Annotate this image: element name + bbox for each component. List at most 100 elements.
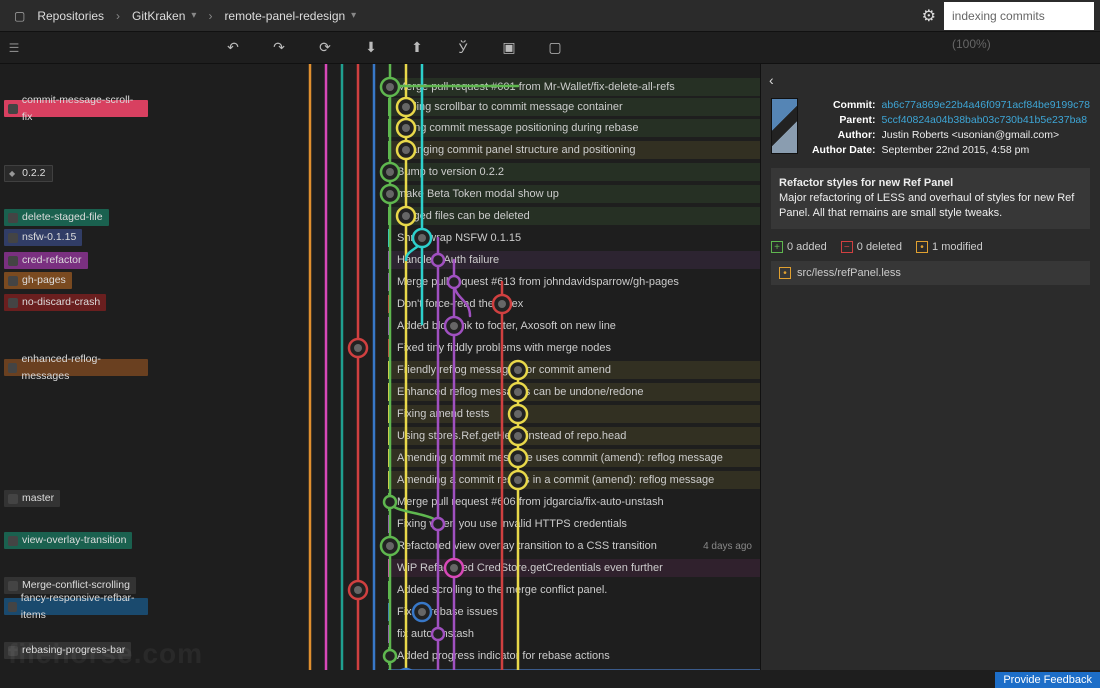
commit-row[interactable]: Changing commit panel structure and posi…	[388, 141, 760, 159]
detail-meta: Commit:ab6c77a869e22b4a46f0971acf84be919…	[808, 98, 1090, 158]
changed-file-row[interactable]: • src/less/refPanel.less	[771, 261, 1090, 285]
commit-row[interactable]: Handle OAuth failure	[388, 251, 760, 269]
commit-message: Added blog link to footer, Axosoft on ne…	[397, 320, 760, 332]
toolbar-buttons: ↶ ↷ ⟳ ⬇ ⬆ Ў ▣ ▢	[28, 36, 760, 60]
commit-row[interactable]: Bump to version 0.2.2	[388, 163, 760, 181]
commit-row[interactable]: Don't force-read the index	[388, 295, 760, 313]
breadcrumb-root[interactable]: Repositories	[6, 9, 112, 23]
commit-hash[interactable]: ab6c77a869e22b4a46f0971acf84be9199c78	[882, 98, 1090, 113]
commit-row[interactable]: Fixing when you use invalid HTTPS creden…	[388, 515, 760, 533]
undo-button[interactable]: ↶	[221, 36, 245, 60]
commit-row[interactable]: Fixing amend tests	[388, 405, 760, 423]
commit-row[interactable]: Fixing commit message positioning during…	[388, 119, 760, 137]
git-icon	[8, 256, 18, 266]
detail-header: Commit:ab6c77a869e22b4a46f0971acf84be919…	[761, 88, 1100, 168]
commit-message: Don't force-read the index	[397, 298, 760, 310]
commit-row[interactable]: fix auto unstash	[388, 625, 760, 643]
commit-list: Merge pull request #601 from Mr-Wallet/f…	[148, 64, 760, 670]
commit-subject: Refactor styles for new Ref Panel	[779, 176, 1082, 191]
git-icon	[8, 233, 18, 243]
ref-text: fancy-responsive-refbar-items	[21, 590, 142, 624]
git-icon	[8, 494, 18, 504]
commit-row[interactable]: Refactor styles for new Ref Panel	[388, 669, 760, 670]
ref-text: cred-refactor	[22, 252, 82, 269]
commit-time: 4 days ago	[703, 541, 760, 552]
label-author: Author:	[808, 128, 876, 143]
push-button[interactable]: ⬆	[405, 36, 429, 60]
breadcrumb-repo[interactable]: remote-panel-redesign ▾	[216, 9, 364, 23]
tag-label[interactable]: 0.2.2	[4, 165, 53, 182]
commit-row[interactable]: Merge pull request #606 from jdgarcia/fi…	[388, 493, 760, 511]
graph-column: commit-message-scroll-fix 0.2.2 delete-sta…	[0, 64, 760, 670]
git-icon	[8, 602, 17, 612]
commit-message: WiP Refactored CredStore.getCredentials …	[397, 562, 760, 574]
branch-label[interactable]: enhanced-reflog-messages	[4, 359, 148, 376]
pop-stash-button[interactable]: ▢	[543, 36, 567, 60]
back-button[interactable]: ‹	[769, 72, 778, 88]
ref-text: nsfw-0.1.15	[22, 229, 76, 246]
branch-label[interactable]: gh-pages	[4, 272, 72, 289]
git-icon	[8, 104, 18, 114]
stat-modified: •1 modified	[916, 241, 983, 253]
commit-detail-panel: ‹ Commit:ab6c77a869e22b4a46f0971acf84be9…	[760, 64, 1100, 670]
branch-label[interactable]: master	[4, 490, 60, 507]
branch-label[interactable]: fancy-responsive-refbar-items	[4, 598, 148, 615]
git-icon	[8, 213, 18, 223]
chevron-down-icon: ▾	[191, 10, 196, 21]
breadcrumb-org[interactable]: GitKraken ▾	[124, 9, 204, 23]
commit-row[interactable]: Amending a commit results in a commit (a…	[388, 471, 760, 489]
commit-row[interactable]: Shrinkwrap NSFW 0.1.15	[388, 229, 760, 247]
branch-label[interactable]: view-overlay-transition	[4, 532, 132, 549]
pull-button[interactable]: ⬇	[359, 36, 383, 60]
feedback-button[interactable]: Provide Feedback	[995, 672, 1100, 688]
parent-hash[interactable]: 5ccf40824a04b38bab03c730b41b5e237ba8	[882, 113, 1090, 128]
commit-row[interactable]: Refactored view overlay transition to a …	[388, 537, 760, 555]
branch-button[interactable]: Ў	[451, 36, 475, 60]
ref-text: gh-pages	[22, 272, 66, 289]
branch-label[interactable]: commit-message-scroll-fix	[4, 100, 148, 117]
commit-row[interactable]: Amending commit message uses commit (ame…	[388, 449, 760, 467]
commit-row[interactable]: Added scrolling to the merge conflict pa…	[388, 581, 760, 599]
ref-text: 0.2.2	[22, 165, 45, 182]
branch-label[interactable]: cred-refactor	[4, 252, 88, 269]
redo-button[interactable]: ↷	[267, 36, 291, 60]
commit-row[interactable]: Enhanced reflog messages can be undone/r…	[388, 383, 760, 401]
ref-text: enhanced-reflog-messages	[21, 351, 142, 385]
breadcrumb-separator: ›	[204, 9, 216, 23]
diff-stats: +0 added −0 deleted •1 modified	[761, 237, 1100, 261]
commit-row[interactable]: make Beta Token modal show up	[388, 185, 760, 203]
commit-row[interactable]: Fix up rebase issues	[388, 603, 760, 621]
toolbar: ☰ ↶ ↷ ⟳ ⬇ ⬆ Ў ▣ ▢	[0, 32, 1100, 64]
commit-message-box: Refactor styles for new Ref Panel Major …	[771, 168, 1090, 229]
stash-button[interactable]: ▣	[497, 36, 521, 60]
ref-labels-gutter: commit-message-scroll-fix 0.2.2 delete-sta…	[0, 64, 148, 670]
commit-row[interactable]: Added progress indicator for rebase acti…	[388, 647, 760, 665]
commit-row[interactable]: Fixed tiny fiddly problems with merge no…	[388, 339, 760, 357]
header-bar: Repositories › GitKraken ▾ › remote-pane…	[0, 0, 1100, 32]
commit-message: Friendly reflog messages for commit amen…	[397, 364, 760, 376]
branch-label[interactable]: rebasing-progress-bar	[4, 642, 131, 659]
branch-label[interactable]: no-discard-crash	[4, 294, 106, 311]
commit-row[interactable]: Merge pull request #613 from johndavidsp…	[388, 273, 760, 291]
commit-message: Handle OAuth failure	[397, 254, 760, 266]
author-name: Justin Roberts <usonian@gmail.com>	[882, 128, 1090, 143]
git-icon	[8, 536, 18, 546]
ref-text: rebasing-progress-bar	[22, 642, 125, 659]
ref-text: view-overlay-transition	[22, 532, 126, 549]
commit-message: Merge pull request #606 from jdgarcia/fi…	[397, 496, 760, 508]
commit-row[interactable]: WiP Refactored CredStore.getCredentials …	[388, 559, 760, 577]
commit-row[interactable]: Using stores.Ref.getHead instead of repo…	[388, 427, 760, 445]
commit-row[interactable]: Merge pull request #601 from Mr-Wallet/f…	[388, 78, 760, 96]
settings-button[interactable]: ⚙	[914, 6, 944, 26]
branch-label[interactable]: delete-staged-file	[4, 209, 109, 226]
ref-text: commit-message-scroll-fix	[22, 92, 142, 126]
commit-row[interactable]: Added blog link to footer, Axosoft on ne…	[388, 317, 760, 335]
commit-row[interactable]: Friendly reflog messages for commit amen…	[388, 361, 760, 379]
commit-row[interactable]: Adding scrollbar to commit message conta…	[388, 98, 760, 116]
refresh-button[interactable]: ⟳	[313, 36, 337, 60]
branch-label[interactable]: nsfw-0.1.15	[4, 229, 82, 246]
commit-row[interactable]: Staged files can be deleted	[388, 207, 760, 225]
plus-icon: +	[771, 241, 783, 253]
toggle-sidebar-button[interactable]: ☰	[0, 32, 28, 64]
commit-body: Major refactoring of LESS and overhaul o…	[779, 191, 1082, 221]
